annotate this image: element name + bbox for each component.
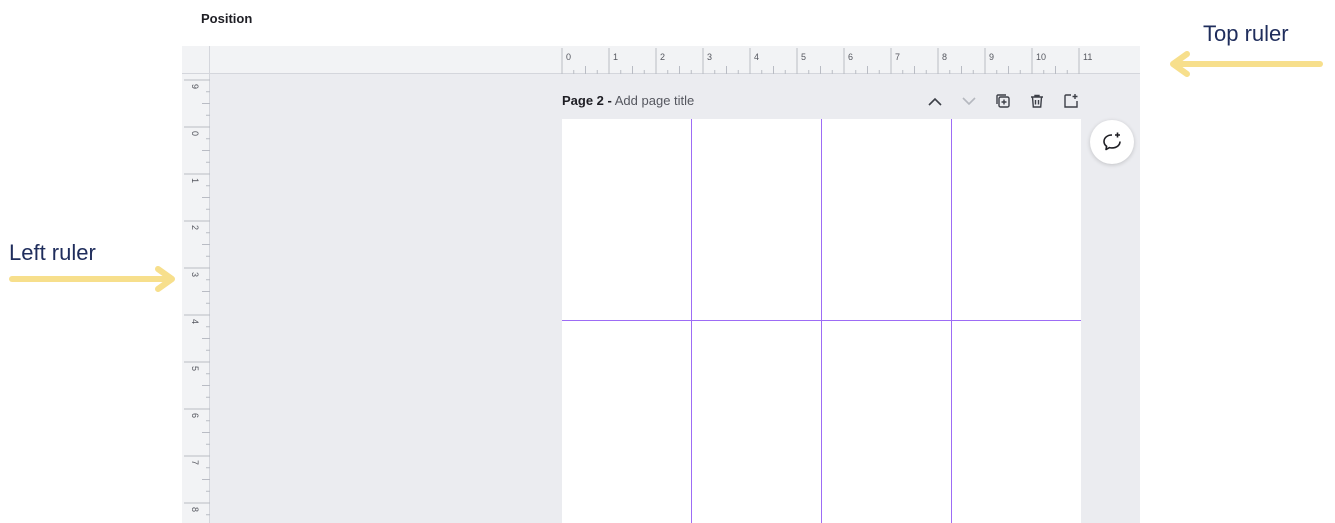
left-ruler-tick-label: 5	[190, 366, 200, 371]
left-ruler-arrow	[8, 265, 180, 293]
page-title[interactable]: Page 2 - Add page title	[562, 90, 694, 112]
chevron-down-icon[interactable]	[958, 90, 980, 112]
vertical-guide[interactable]	[821, 119, 822, 523]
left-ruler-ticks: 9 0 1 2 3 4 5 6 7 8	[184, 79, 210, 516]
top-ruler[interactable]: 0 1 2 3 4 5 6 7 8 9 10 11	[210, 46, 1140, 74]
page-number: Page 2 -	[562, 93, 612, 108]
top-ruler-tick-label: 0	[566, 52, 571, 62]
duplicate-page-icon[interactable]	[992, 90, 1014, 112]
add-comment-button[interactable]	[1090, 120, 1134, 164]
left-ruler-tick-label: 7	[190, 460, 200, 465]
left-ruler-tick-label: 2	[190, 225, 200, 230]
top-ruler-ticks: 0 1 2 3 4 5 6 7 8 9 10 11	[561, 48, 1092, 74]
left-ruler-tick-label: 1	[190, 178, 200, 183]
left-ruler-tick-label: 6	[190, 413, 200, 418]
ruler-corner	[182, 46, 210, 74]
left-ruler[interactable]: 9 0 1 2 3 4 5 6 7 8	[182, 74, 210, 523]
trash-icon[interactable]	[1026, 90, 1048, 112]
top-ruler-tick-label: 10	[1036, 52, 1046, 62]
top-ruler-tick-label: 5	[801, 52, 806, 62]
left-ruler-tick-label: 8	[190, 507, 200, 512]
left-ruler-tick-label: 9	[190, 84, 200, 89]
vertical-guide[interactable]	[951, 119, 952, 523]
top-ruler-tick-label: 3	[707, 52, 712, 62]
comment-add-icon	[1103, 132, 1121, 151]
page-actions	[924, 90, 1082, 112]
top-ruler-tick-label: 9	[989, 52, 994, 62]
horizontal-guide[interactable]	[562, 320, 1081, 321]
top-ruler-tick-label: 7	[895, 52, 900, 62]
top-ruler-tick-label: 4	[754, 52, 759, 62]
page-title-placeholder[interactable]: Add page title	[615, 93, 695, 108]
left-ruler-annotation: Left ruler	[9, 240, 96, 265]
chevron-up-icon[interactable]	[924, 90, 946, 112]
add-page-icon[interactable]	[1060, 90, 1082, 112]
top-ruler-annotation: Top ruler	[1203, 21, 1289, 46]
top-ruler-tick-label: 6	[848, 52, 853, 62]
left-ruler-tick-label: 3	[190, 272, 200, 277]
position-toolbar-label[interactable]: Position	[201, 11, 252, 26]
vertical-guide[interactable]	[691, 119, 692, 523]
page-header: Page 2 - Add page title	[562, 90, 1082, 112]
top-ruler-tick-label: 8	[942, 52, 947, 62]
top-ruler-tick-label: 2	[660, 52, 665, 62]
left-ruler-tick-label: 0	[190, 131, 200, 136]
top-ruler-arrow	[1165, 50, 1325, 78]
design-page[interactable]	[562, 119, 1081, 523]
top-ruler-tick-label: 11	[1083, 52, 1092, 62]
editor-canvas: 0 1 2 3 4 5 6 7 8 9 10 11 9 0 1 2 3 4 5 6 7 8 Page 2 - Add p…	[182, 46, 1140, 523]
top-ruler-tick-label: 1	[613, 52, 618, 62]
left-ruler-tick-label: 4	[190, 319, 200, 324]
